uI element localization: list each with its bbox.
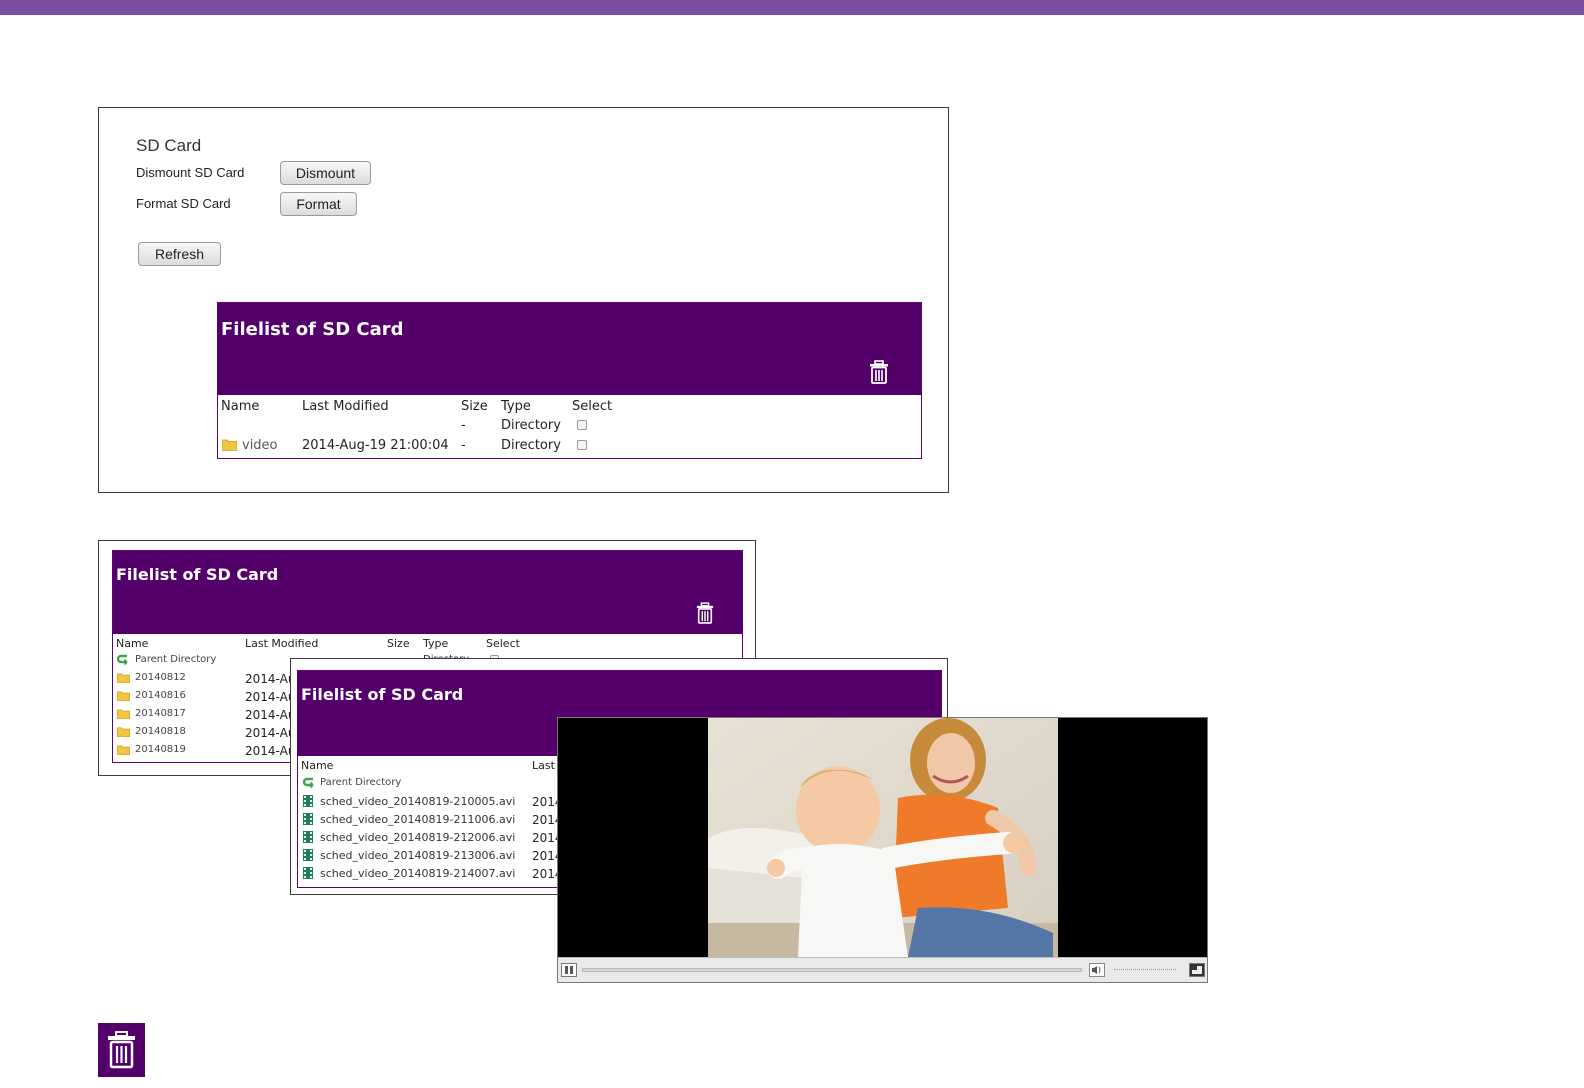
- row-modified: 2014-Au: [245, 708, 296, 722]
- col-name: Name: [301, 759, 334, 772]
- dismount-label: Dismount SD Card: [136, 165, 245, 180]
- volume-slider[interactable]: [1114, 969, 1176, 972]
- parent-directory-icon: [117, 654, 129, 666]
- row-size: -: [461, 438, 466, 453]
- row-type: Directory: [501, 418, 561, 433]
- filelist-title: Filelist of SD Card: [221, 319, 404, 340]
- video-file-icon: [303, 849, 313, 861]
- folder-icon: [117, 727, 130, 737]
- parent-directory-icon: [303, 777, 315, 789]
- filelist-root: Filelist of SD Card Name Last Modified S…: [217, 302, 922, 459]
- folder-link[interactable]: 20140818: [135, 726, 186, 737]
- sd-card-title: SD Card: [136, 136, 202, 155]
- format-button[interactable]: Format: [280, 192, 357, 216]
- video-file-link[interactable]: sched_video_20140819-213006.avi: [320, 849, 515, 862]
- filelist-title: Filelist of SD Card: [116, 565, 279, 584]
- col-last-modified: Last: [532, 759, 555, 772]
- volume-icon[interactable]: [1089, 963, 1105, 982]
- select-checkbox[interactable]: [577, 440, 587, 450]
- col-type: Type: [501, 399, 531, 414]
- trash-icon: [98, 1023, 145, 1077]
- player-controls: [558, 957, 1207, 982]
- trash-icon[interactable]: [869, 360, 889, 384]
- row-type: Directory: [501, 438, 561, 453]
- file-link-video[interactable]: video: [242, 438, 278, 453]
- row-modified: 2014-Au: [245, 690, 296, 704]
- folder-icon: [117, 745, 130, 755]
- folder-icon: [117, 691, 130, 701]
- video-file-icon: [303, 795, 313, 807]
- col-select: Select: [572, 399, 613, 414]
- pause-icon[interactable]: [561, 963, 577, 982]
- folder-link[interactable]: 20140812: [135, 672, 186, 683]
- parent-directory-link[interactable]: Parent Directory: [320, 777, 401, 788]
- top-accent-bar: [0, 0, 1584, 15]
- folder-icon: [117, 709, 130, 719]
- video-player[interactable]: [557, 717, 1208, 983]
- video-frame: [708, 718, 1058, 957]
- video-file-link[interactable]: sched_video_20140819-212006.avi: [320, 831, 515, 844]
- folder-link[interactable]: 20140819: [135, 744, 186, 755]
- video-file-icon: [303, 813, 313, 825]
- folder-link[interactable]: 20140816: [135, 690, 186, 701]
- video-file-link[interactable]: sched_video_20140819-214007.avi: [320, 867, 515, 880]
- row-size: -: [461, 418, 466, 433]
- parent-directory-link[interactable]: Parent Directory: [135, 654, 216, 665]
- row-modified: 2014-Au: [245, 726, 296, 740]
- row-modified: 2014-Au: [245, 672, 296, 686]
- video-file-link[interactable]: sched_video_20140819-211006.avi: [320, 813, 515, 826]
- row-modified: 2014-Aug-19 21:00:04: [302, 438, 449, 453]
- video-file-icon: [303, 867, 313, 879]
- col-type: Type: [423, 637, 449, 650]
- filelist-title: Filelist of SD Card: [301, 685, 464, 704]
- trash-icon[interactable]: [696, 602, 714, 624]
- col-name: Name: [221, 399, 260, 414]
- col-last-modified: Last Modified: [245, 637, 319, 650]
- col-name: Name: [116, 637, 149, 650]
- filelist-header: Filelist of SD Card: [113, 551, 742, 634]
- format-label: Format SD Card: [136, 196, 231, 211]
- video-file-icon: [303, 831, 313, 843]
- col-select: Select: [486, 637, 520, 650]
- fullscreen-icon[interactable]: [1189, 963, 1205, 982]
- col-last-modified: Last Modified: [302, 399, 389, 414]
- folder-icon: [117, 673, 130, 683]
- folder-icon: [222, 439, 237, 451]
- col-size: Size: [387, 637, 410, 650]
- filelist-header: Filelist of SD Card: [218, 303, 921, 395]
- col-size: Size: [461, 399, 488, 414]
- dismount-button[interactable]: Dismount: [280, 161, 371, 185]
- refresh-button[interactable]: Refresh: [138, 242, 221, 266]
- row-modified: 2014-Au: [245, 744, 296, 758]
- video-file-link[interactable]: sched_video_20140819-210005.avi: [320, 795, 515, 808]
- sd-card-panel: SD Card Dismount SD Card Dismount Format…: [98, 107, 949, 493]
- seek-bar[interactable]: [582, 968, 1082, 972]
- folder-link[interactable]: 20140817: [135, 708, 186, 719]
- select-checkbox[interactable]: [577, 420, 587, 430]
